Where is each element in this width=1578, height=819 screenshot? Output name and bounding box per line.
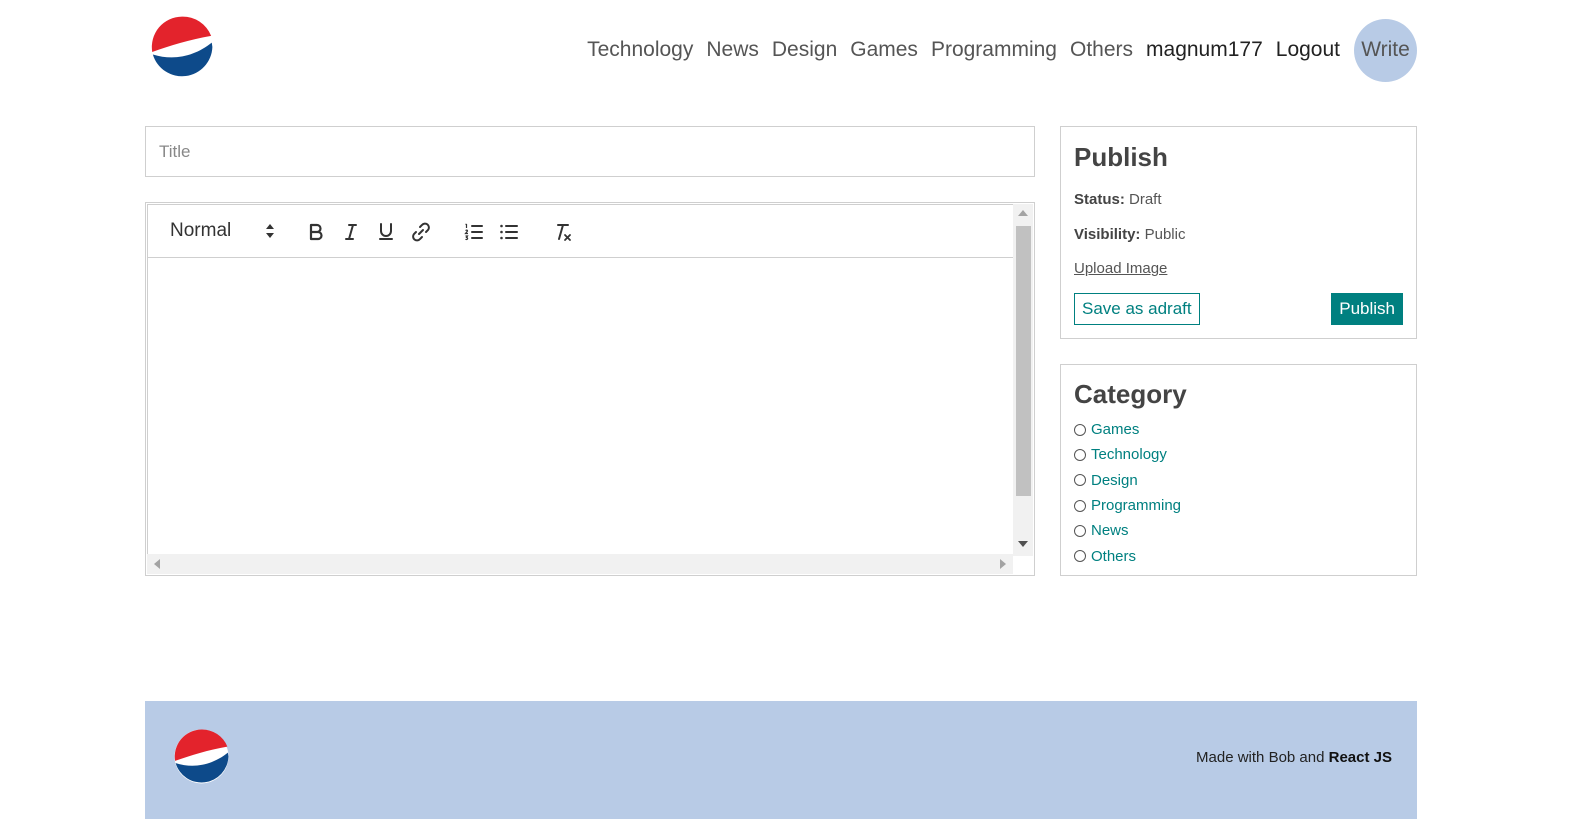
category-option-games[interactable]: Games (1074, 417, 1181, 442)
bullet-list-button[interactable] (496, 219, 522, 245)
category-label: Technology (1091, 446, 1167, 464)
visibility-label: Visibility: (1074, 226, 1141, 243)
status-label: Status: (1074, 191, 1125, 208)
visibility-value: Public (1144, 226, 1186, 243)
bold-button[interactable] (303, 219, 329, 245)
category-label: Programming (1091, 497, 1182, 515)
scrollbar-thumb[interactable] (1016, 226, 1031, 496)
footer: Made with Bob and React JS (145, 701, 1417, 819)
nav-links: Technology News Design Games Programming… (574, 18, 1417, 82)
save-draft-button[interactable]: Save as adraft (1074, 293, 1200, 325)
editor-toolbar: Normal (148, 205, 1013, 258)
radio-icon[interactable] (1074, 474, 1086, 487)
clear-format-icon (557, 224, 571, 241)
editor-container: Normal (147, 204, 1014, 556)
username: magnum177 (1146, 38, 1263, 61)
vertical-scrollbar[interactable] (1013, 204, 1033, 556)
horizontal-scrollbar[interactable] (147, 554, 1013, 574)
header-format-select[interactable]: Normal (170, 219, 275, 243)
scroll-down-icon[interactable] (1018, 541, 1028, 547)
radio-icon[interactable] (1074, 423, 1086, 436)
category-label: News (1091, 522, 1129, 540)
category-option-design[interactable]: Design (1074, 468, 1181, 493)
radio-icon[interactable] (1074, 524, 1086, 537)
header-format-value: Normal (170, 220, 232, 241)
status-value: Draft (1129, 191, 1162, 208)
visibility-row: Visibility: Public (1074, 226, 1185, 243)
sort-arrows-icon (266, 224, 274, 238)
footer-credit-prefix: Made with Bob and (1196, 749, 1325, 766)
link-icon (412, 222, 430, 242)
bullet-list-icon (500, 224, 518, 240)
nav-link-games[interactable]: Games (850, 38, 918, 62)
pepsi-logo-icon (174, 729, 229, 784)
underline-button[interactable] (373, 219, 399, 245)
category-list: Games Technology Design Programming News… (1074, 417, 1181, 569)
status-row: Status: Draft (1074, 191, 1162, 208)
category-option-others[interactable]: Others (1074, 543, 1181, 568)
radio-icon[interactable] (1074, 550, 1086, 563)
category-option-programming[interactable]: Programming (1074, 493, 1181, 518)
category-label: Others (1091, 547, 1137, 565)
category-heading: Category (1074, 379, 1187, 409)
underline-icon (379, 223, 393, 240)
footer-credit-bold: React JS (1328, 749, 1392, 766)
radio-icon[interactable] (1074, 448, 1086, 461)
write-button[interactable]: Write (1354, 18, 1417, 82)
italic-icon (345, 224, 357, 240)
category-label: Games (1091, 421, 1140, 439)
editor-content-area[interactable] (148, 258, 1013, 555)
nav-link-programming[interactable]: Programming (931, 38, 1057, 62)
nav-link-technology[interactable]: Technology (587, 38, 693, 62)
category-option-news[interactable]: News (1074, 518, 1181, 543)
publish-heading: Publish (1074, 142, 1168, 172)
publish-panel: Publish Status: Draft Visibility: Public… (1060, 126, 1417, 339)
italic-button[interactable] (338, 219, 364, 245)
category-option-technology[interactable]: Technology (1074, 442, 1181, 467)
ordered-list-icon (464, 223, 483, 241)
scroll-right-icon[interactable] (1000, 559, 1006, 569)
pepsi-logo-icon[interactable] (151, 16, 213, 78)
rich-text-editor: Normal (145, 202, 1035, 576)
title-input[interactable] (145, 126, 1035, 177)
footer-credit: Made with Bob and React JS (1196, 749, 1392, 766)
nav-link-others[interactable]: Others (1070, 38, 1133, 62)
upload-image-link[interactable]: Upload Image (1074, 260, 1167, 277)
scroll-up-icon[interactable] (1018, 210, 1028, 216)
category-label: Design (1091, 471, 1138, 489)
radio-icon[interactable] (1074, 499, 1086, 512)
bold-icon (309, 223, 323, 241)
clear-format-button[interactable] (550, 219, 576, 245)
nav-link-news[interactable]: News (706, 38, 759, 62)
navbar: Technology News Design Games Programming… (145, 0, 1417, 100)
nav-link-design[interactable]: Design (772, 38, 837, 62)
logout-link[interactable]: Logout (1276, 38, 1340, 62)
category-panel: Category Games Technology Design Program… (1060, 364, 1417, 576)
link-button[interactable] (408, 219, 434, 245)
scroll-left-icon[interactable] (154, 559, 160, 569)
ordered-list-button[interactable] (461, 219, 487, 245)
publish-button[interactable]: Publish (1331, 293, 1403, 325)
